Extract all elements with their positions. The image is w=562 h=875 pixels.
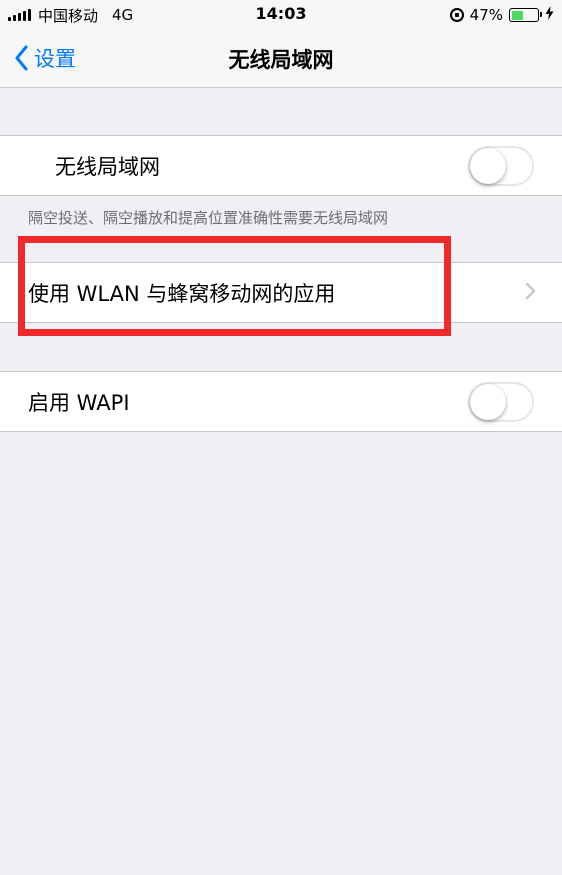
wlan-cell: 无线局域网 [0,136,562,195]
chevron-right-icon [525,282,536,304]
navigation-bar: 设置 无线局域网 [0,30,562,88]
status-right: 47% [449,4,554,26]
apps-cell[interactable]: 使用 WLAN 与蜂窝移动网的应用 [0,263,562,322]
wlan-footer-note: 隔空投送、隔空播放和提高位置准确性需要无线局域网 [28,209,389,227]
wlan-toggle[interactable] [468,145,534,186]
status-bar: 中国移动 4G 14:03 47% [0,0,562,30]
wapi-label: 启用 WAPI [28,390,130,415]
apps-group: 使用 WLAN 与蜂窝移动网的应用 [0,262,562,323]
battery-percent: 47% [469,6,503,24]
wapi-cell: 启用 WAPI [0,372,562,431]
toggle-knob [470,147,506,184]
battery-fill [511,10,524,20]
toggle-knob [470,383,506,420]
rotation-lock-icon [449,8,464,22]
wlan-group: 无线局域网 [0,135,562,196]
battery-icon [509,8,542,22]
apps-label: 使用 WLAN 与蜂窝移动网的应用 [28,281,336,306]
wapi-toggle[interactable] [468,381,534,422]
charging-bolt-icon [545,6,554,24]
wlan-label: 无线局域网 [55,154,160,179]
wapi-group: 启用 WAPI [0,371,562,432]
page-title: 无线局域网 [228,48,334,72]
